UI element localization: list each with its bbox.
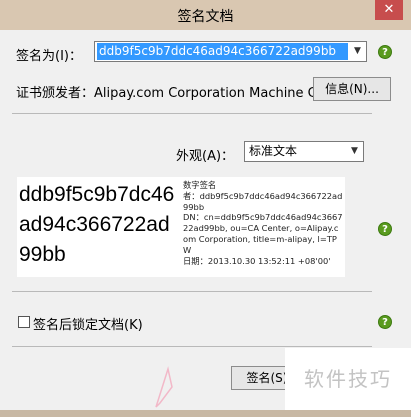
- help-icon[interactable]: ?: [378, 222, 392, 236]
- signature-pen-mark-icon: [155, 366, 173, 408]
- separator: [12, 113, 372, 114]
- preview-detail-line: 数字签名: [183, 180, 217, 190]
- chevron-down-icon[interactable]: ▼: [346, 142, 363, 161]
- appearance-dropdown[interactable]: 标准文本 ▼: [244, 141, 364, 162]
- preview-detail-line: 者：ddb9f5c9b7ddc46ad94c366722ad99bb: [183, 190, 343, 212]
- watermark: 软件技巧: [285, 348, 411, 410]
- chevron-down-icon[interactable]: ▼: [349, 42, 366, 61]
- preview-signer-name: ddb9f5c9b7dc46ad94c366722ad99bb: [19, 183, 175, 266]
- lock-document-checkbox[interactable]: [18, 316, 30, 328]
- preview-details: 数字签名 者：ddb9f5c9b7ddc46ad94c366722ad99bb …: [183, 180, 343, 266]
- sign-document-dialog: 签名文档 ✕ 签名为(I)： ddb9f5c9b7ddc46ad94c36672…: [0, 0, 411, 410]
- appearance-value: 标准文本: [249, 144, 298, 158]
- appearance-label: 外观(A)：: [176, 149, 235, 164]
- help-icon[interactable]: ?: [378, 315, 392, 329]
- help-icon[interactable]: ?: [378, 45, 392, 59]
- lock-document-label[interactable]: 签名后锁定文档(K): [33, 314, 143, 333]
- separator: [12, 346, 372, 347]
- dialog-title: 签名文档: [177, 9, 234, 25]
- preview-detail-line: 日期：2013.10.30 13:52:11 +08'00': [183, 255, 331, 266]
- signature-preview: ddb9f5c9b7dc46ad94c366722ad99bb 数字签名 者：d…: [17, 177, 345, 408]
- info-button[interactable]: 信息(N)...: [313, 77, 391, 101]
- sign-as-value: ddb9f5c9b7ddc46ad94c366722ad99bb: [97, 43, 348, 60]
- title-bar: 签名文档 ✕: [0, 0, 411, 30]
- issuer-label: 证书颁发者：Alipay.com Corporation Machine CA: [16, 86, 326, 101]
- preview-detail-line: DN：cn=ddb9f5c9b7ddc46ad94c366722ad99bb, …: [183, 212, 343, 255]
- sign-as-dropdown[interactable]: ddb9f5c9b7ddc46ad94c366722ad99bb ▼: [94, 41, 367, 62]
- close-button[interactable]: ✕: [375, 0, 403, 20]
- separator: [12, 291, 372, 292]
- sign-as-label: 签名为(I)：: [16, 49, 82, 64]
